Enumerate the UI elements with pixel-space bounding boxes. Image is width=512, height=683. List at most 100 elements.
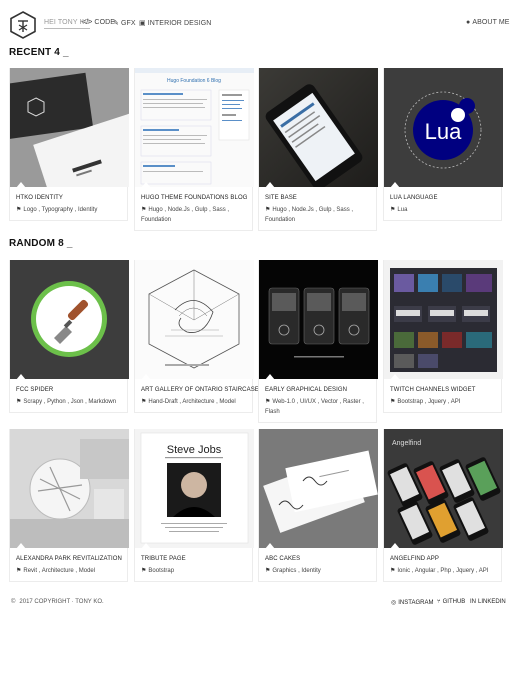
card-tags: ⚑ Hugo , Node.Js , Gulp , Sass , Foundati… xyxy=(265,205,370,225)
tags-icon: ⚑ xyxy=(390,399,396,405)
random-section-title: RANDOM 8 _ xyxy=(9,238,73,249)
linkedin-icon: in xyxy=(470,599,476,605)
project-card[interactable]: HTKO IDENTITY ⚑ Logo , Typography , Ident… xyxy=(9,68,129,221)
project-thumbnail xyxy=(259,429,378,548)
project-card[interactable]: FCC SPIDER ⚑ Scrapy , Python , Json , Mar… xyxy=(9,260,129,413)
tag-list: Hand-Draft , Architecture , Model xyxy=(148,399,236,405)
card-tags: ⚑ Graphics , Identity xyxy=(265,566,370,576)
card-tags: ⚑ Bootstrap , Jquery , API xyxy=(390,397,495,407)
github-label: GITHUB xyxy=(442,599,466,605)
recent-section-title: RECENT 4 _ xyxy=(9,47,69,58)
tag-list: Web-1.0 , UI/UX , Vector , Raster , Flas… xyxy=(265,399,364,415)
logo-icon[interactable] xyxy=(10,11,36,39)
instagram-label: INSTAGRAM xyxy=(398,599,434,606)
project-thumbnail: Steve Jobs xyxy=(135,429,254,548)
thumb-steve-title: Steve Jobs xyxy=(167,444,222,456)
copyright: © 2017 COPYRIGHT · TONY KO. xyxy=(11,599,104,605)
tags-icon: ⚑ xyxy=(16,207,22,213)
card-title: LUA LANGUAGE xyxy=(390,195,438,201)
tags-icon: ⚑ xyxy=(390,207,396,213)
tags-icon: ⚑ xyxy=(141,207,147,213)
project-card[interactable]: ABC CAKES ⚑ Graphics , Identity xyxy=(258,429,378,582)
project-thumbnail xyxy=(384,260,503,379)
building-icon: ▣ xyxy=(139,20,146,27)
card-tags: ⚑ Bootstrap xyxy=(141,566,246,576)
card-title: ABC CAKES xyxy=(265,556,301,562)
thumb-hugo-title: Hugo Foundation 6 Blog xyxy=(167,78,221,84)
card-title: ANGELFIND APP xyxy=(390,556,439,562)
card-title: FCC SPIDER xyxy=(16,387,54,393)
code-icon: </> xyxy=(82,19,93,26)
card-tags: ⚑ Web-1.0 , UI/UX , Vector , Raster , Fla… xyxy=(265,397,370,417)
project-card[interactable]: EARLY GRAPHICAL DESIGN ⚑ Web-1.0 , UI/UX … xyxy=(258,260,378,423)
nav-gfx-label: GFX xyxy=(120,19,136,27)
project-card[interactable]: Hugo Foundation 6 Blog HUGO THEME FOUNDA… xyxy=(134,68,254,231)
project-thumbnail xyxy=(10,68,129,187)
card-tags: ⚑ Ionic , Angular , Php , Jquery , API xyxy=(390,566,495,576)
project-card[interactable]: TWITCH CHANNELS WIDGET ⚑ Bootstrap , Jque… xyxy=(383,260,503,413)
nav-code-label: CODE xyxy=(94,19,116,26)
tag-list: Revit , Architecture , Model xyxy=(23,568,96,574)
tag-list: Scrapy , Python , Json , Markdown xyxy=(23,399,117,405)
project-thumbnail: Lua xyxy=(384,68,503,187)
pencil-icon: ✎ xyxy=(113,20,119,27)
nav-gfx[interactable]: ✎ GFX xyxy=(113,19,136,28)
tags-icon: ⚑ xyxy=(390,568,396,574)
project-thumbnail xyxy=(10,260,129,379)
project-thumbnail xyxy=(135,260,254,379)
project-card[interactable]: ALEXANDRA PARK REVITALIZATION ⚑ Revit , A… xyxy=(9,429,129,582)
card-title: HTKO IDENTITY xyxy=(16,195,63,201)
nav-about-me[interactable]: ● ABOUT ME xyxy=(466,19,510,26)
copyright-text: 2017 COPYRIGHT · TONY KO. xyxy=(19,599,104,605)
project-card[interactable]: Angelfind ANGELFIND APP ⚑ Ionic , Angular… xyxy=(383,429,503,582)
tags-icon: ⚑ xyxy=(265,568,271,574)
card-tags: ⚑ Lua xyxy=(390,205,495,215)
project-thumbnail xyxy=(259,68,378,187)
tag-list: Bootstrap xyxy=(148,568,175,574)
project-thumbnail: Angelfind xyxy=(384,429,503,548)
github-link[interactable]: ⑂ GITHUB xyxy=(437,599,465,605)
project-card[interactable]: ART GALLERY OF ONTARIO STAIRCASE ⚑ Hand-D… xyxy=(134,260,259,413)
card-tags: ⚑ Logo , Typography , Identity xyxy=(16,205,121,215)
tags-icon: ⚑ xyxy=(141,399,147,405)
project-card[interactable]: Steve Jobs TRIBUTE PAGE ⚑ Bootstrap xyxy=(134,429,254,582)
tag-list: Bootstrap , Jquery , API xyxy=(397,399,461,405)
linkedin-link[interactable]: in LINKEDIN xyxy=(470,599,506,605)
user-icon: ● xyxy=(466,19,471,26)
linkedin-label: LINKEDIN xyxy=(478,599,506,605)
card-title: TRIBUTE PAGE xyxy=(141,556,186,562)
card-title: ART GALLERY OF ONTARIO STAIRCASE xyxy=(141,387,259,393)
card-title: EARLY GRAPHICAL DESIGN xyxy=(265,387,348,393)
page-footer: © 2017 COPYRIGHT · TONY KO. ◎ INSTAGRAM … xyxy=(0,594,512,610)
instagram-link[interactable]: ◎ INSTAGRAM xyxy=(391,599,434,607)
nav-interior-label: INTERIOR DESIGN xyxy=(147,19,212,27)
project-card[interactable]: Lua LUA LANGUAGE ⚑ Lua xyxy=(383,68,503,221)
thumb-angelfind-logo: Angelfind xyxy=(392,440,421,447)
nav-code[interactable]: </> CODE xyxy=(82,19,115,26)
tag-list: Logo , Typography , Identity xyxy=(23,207,98,213)
copyright-icon: © xyxy=(11,599,16,605)
project-thumbnail xyxy=(259,260,378,379)
tags-icon: ⚑ xyxy=(141,568,147,574)
tag-list: Lua xyxy=(397,207,408,213)
project-card[interactable]: SITE BASE ⚑ Hugo , Node.Js , Gulp , Sass … xyxy=(258,68,378,231)
card-tags: ⚑ Revit , Architecture , Model xyxy=(16,566,121,576)
nav-about-label: ABOUT ME xyxy=(472,19,510,26)
top-nav: HEI TONY KO </> CODE ✎ GFX ▣ INTERIOR DE… xyxy=(0,0,512,48)
card-title: ALEXANDRA PARK REVITALIZATION xyxy=(16,556,122,562)
card-tags: ⚑ Hugo , Node.Js , Gulp , Sass , Foundati… xyxy=(141,205,246,225)
nav-interior-design[interactable]: ▣ INTERIOR DESIGN xyxy=(139,19,212,28)
card-tags: ⚑ Hand-Draft , Architecture , Model xyxy=(141,397,246,407)
tags-icon: ⚑ xyxy=(265,207,271,213)
card-tags: ⚑ Scrapy , Python , Json , Markdown xyxy=(16,397,121,407)
tags-icon: ⚑ xyxy=(16,568,22,574)
instagram-icon: ◎ xyxy=(391,600,397,606)
card-title: TWITCH CHANNELS WIDGET xyxy=(390,387,476,393)
github-icon: ⑂ xyxy=(437,599,441,605)
tag-list: Hugo , Node.Js , Gulp , Sass , Foundatio… xyxy=(265,207,354,223)
tags-icon: ⚑ xyxy=(265,399,271,405)
tag-list: Hugo , Node.Js , Gulp , Sass , Foundatio… xyxy=(141,207,230,223)
card-title: HUGO THEME FOUNDATIONS BLOG xyxy=(141,195,248,201)
project-thumbnail xyxy=(10,429,129,548)
tag-list: Ionic , Angular , Php , Jquery , API xyxy=(397,568,489,574)
